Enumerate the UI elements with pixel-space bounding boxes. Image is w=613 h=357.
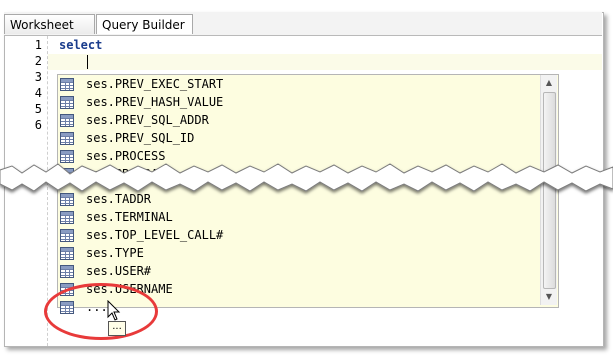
autocomplete-item[interactable]: ses.TERMINAL [60,209,540,227]
highlight-ellipse [44,283,158,340]
sql-keyword[interactable]: select [59,38,102,52]
autocomplete-item[interactable]: ses.PREV_HASH_VALUE [60,94,540,112]
autocomplete-item[interactable]: ses.PREV_EXEC_START [60,76,540,94]
text-caret [87,55,88,69]
table-column-icon [60,78,74,91]
autocomplete-item[interactable]: ses.USER# [60,263,540,281]
tab-bar: Worksheet Query Builder [4,12,602,36]
line-number: 1 [34,38,42,52]
line-number: 2 [34,54,42,68]
torn-edge-divider [0,163,613,192]
tab-query-builder[interactable]: Query Builder [96,14,193,34]
table-column-icon [60,114,74,127]
mouse-pointer-icon [107,300,121,321]
tooltip: ... [108,321,126,336]
scroll-up-icon[interactable]: ▲ [541,75,557,91]
line-number: 4 [34,86,42,100]
scroll-down-icon[interactable]: ▼ [541,289,557,305]
line-number: 6 [34,118,42,132]
autocomplete-item[interactable]: ses.PREV_SQL_ID [60,130,540,148]
table-column-icon [60,132,74,145]
current-line-highlight [48,54,602,70]
tab-worksheet[interactable]: Worksheet [4,14,95,34]
autocomplete-item[interactable]: ses.PREV_SQL_ADDR [60,112,540,130]
autocomplete-item[interactable]: ses.TYPE [60,245,540,263]
table-column-icon [60,229,74,242]
line-number: 3 [34,70,42,84]
table-column-icon [60,211,74,224]
line-number: 5 [34,102,42,116]
table-column-icon [60,265,74,278]
table-column-icon [60,96,74,109]
autocomplete-item[interactable]: ses.TOP_LEVEL_CALL# [60,227,540,245]
table-column-icon [60,247,74,260]
